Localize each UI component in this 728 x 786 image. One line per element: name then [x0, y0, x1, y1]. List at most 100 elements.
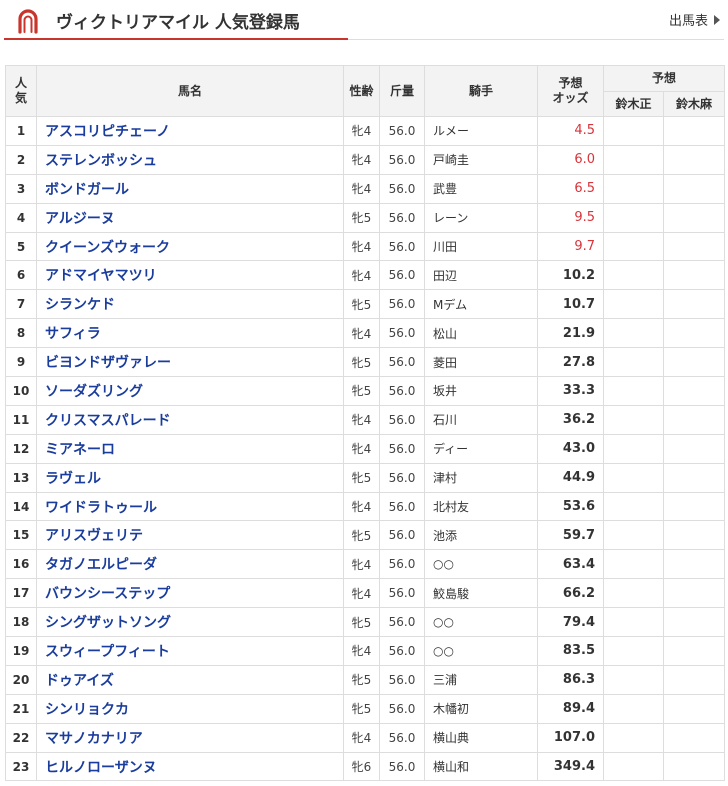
- weight-cell: 56.0: [379, 202, 425, 233]
- rank-cell: 2: [5, 144, 37, 175]
- odds-cell: 86.3: [537, 664, 604, 695]
- prediction-suzuki-asa-cell: [662, 578, 726, 609]
- odds-cell: 6.5: [537, 173, 604, 204]
- horse-name-link[interactable]: ワイドラトゥール: [36, 491, 344, 522]
- table-row: 1 アスコリピチェーノ 牝4 56.0 ルメー 4.5: [5, 116, 726, 146]
- table-row: 11 クリスマスパレード 牝4 56.0 石川 36.2: [5, 404, 726, 435]
- sex-age-cell: 牝5: [343, 376, 380, 406]
- table-row: 20 ドゥアイズ 牝5 56.0 三浦 86.3: [5, 664, 726, 695]
- prediction-suzuki-tadashi-cell: [603, 289, 664, 320]
- weight-cell: 56.0: [379, 549, 425, 580]
- table-row: 10 ソーダズリング 牝5 56.0 坂井 33.3: [5, 376, 726, 406]
- horse-name-link[interactable]: タガノエルピーダ: [36, 549, 344, 580]
- rank-cell: 20: [5, 664, 37, 695]
- rank-cell: 3: [5, 173, 37, 204]
- sex-age-header: 性齢: [343, 65, 380, 117]
- sex-age-cell: 牝4: [343, 549, 380, 580]
- prediction-suzuki-asa-cell: [662, 722, 726, 753]
- horse-name-link[interactable]: マサノカナリア: [36, 722, 344, 753]
- odds-cell: 6.0: [537, 144, 604, 175]
- table-row: 23 ヒルノローザンヌ 牝6 56.0 横山和 349.4: [5, 751, 726, 782]
- horse-name-link[interactable]: ドゥアイズ: [36, 664, 344, 695]
- header-divider: [348, 39, 724, 40]
- horse-name-link[interactable]: シランケド: [36, 289, 344, 320]
- weight-cell: 56.0: [379, 116, 425, 146]
- weight-cell: 56.0: [379, 636, 425, 666]
- sex-age-cell: 牝4: [343, 722, 380, 753]
- sex-age-cell: 牝5: [343, 607, 380, 638]
- odds-cell: 27.8: [537, 347, 604, 378]
- weight-cell: 56.0: [379, 404, 425, 435]
- horse-name-link[interactable]: アドマイヤマツリ: [36, 260, 344, 291]
- jockey-cell: 鮫島駿: [424, 578, 538, 609]
- prediction-suzuki-tadashi-cell: [603, 144, 664, 175]
- rank-cell: 1: [5, 116, 37, 146]
- horse-name-link[interactable]: アリスヴェリテ: [36, 520, 344, 551]
- table-row: 2 ステレンボッシュ 牝4 56.0 戸崎圭 6.0: [5, 144, 726, 175]
- prediction-suzuki-asa-cell: [662, 116, 726, 146]
- page-title: ヴィクトリアマイル 人気登録馬: [56, 13, 300, 33]
- horse-name-link[interactable]: シングザットソング: [36, 607, 344, 638]
- horse-name-link[interactable]: ヒルノローザンヌ: [36, 751, 344, 782]
- horse-name-link[interactable]: ソーダズリング: [36, 376, 344, 406]
- horse-name-link[interactable]: ビヨンドザヴァレー: [36, 347, 344, 378]
- prediction-suzuki-tadashi-cell: [603, 116, 664, 146]
- horse-name-link[interactable]: サフィラ: [36, 318, 344, 349]
- odds-header: 予想 オッズ: [537, 65, 604, 117]
- rank-cell: 7: [5, 289, 37, 320]
- entry-table-link-label[interactable]: 出馬表: [669, 14, 708, 29]
- prediction-suzuki-asa-cell: [662, 462, 726, 493]
- horse-name-link[interactable]: ミアネーロ: [36, 433, 344, 464]
- weight-cell: 56.0: [379, 376, 425, 406]
- odds-cell: 59.7: [537, 520, 604, 551]
- weight-cell: 56.0: [379, 722, 425, 753]
- horse-name-link[interactable]: アスコリピチェーノ: [36, 116, 344, 146]
- prediction-suzuki-asa-cell: [662, 433, 726, 464]
- jockey-cell: 津村: [424, 462, 538, 493]
- prediction-suzuki-tadashi-cell: [603, 318, 664, 349]
- prediction-suzuki-tadashi-cell: [603, 722, 664, 753]
- horse-name-link[interactable]: アルジーヌ: [36, 202, 344, 233]
- sex-age-cell: 牝4: [343, 116, 380, 146]
- table-row: 7 シランケド 牝5 56.0 Mデム 10.7: [5, 289, 726, 320]
- predictor-suzuki-asa-header: 鈴木麻: [662, 91, 726, 117]
- odds-cell: 44.9: [537, 462, 604, 493]
- odds-cell: 9.7: [537, 231, 604, 262]
- prediction-suzuki-tadashi-cell: [603, 347, 664, 378]
- sex-age-cell: 牝4: [343, 318, 380, 349]
- prediction-suzuki-tadashi-cell: [603, 520, 664, 551]
- jockey-cell: Mデム: [424, 289, 538, 320]
- horse-name-link[interactable]: クイーンズウォーク: [36, 231, 344, 262]
- title-underline: [4, 38, 348, 40]
- weight-cell: 56.0: [379, 491, 425, 522]
- horse-name-link[interactable]: ステレンボッシュ: [36, 144, 344, 175]
- sex-age-cell: 牝4: [343, 636, 380, 666]
- horse-name-link[interactable]: ボンドガール: [36, 173, 344, 204]
- prediction-suzuki-tadashi-cell: [603, 260, 664, 291]
- jockey-cell: ルメー: [424, 116, 538, 146]
- rank-cell: 19: [5, 636, 37, 666]
- horse-name-link[interactable]: クリスマスパレード: [36, 404, 344, 435]
- rank-cell: 4: [5, 202, 37, 233]
- odds-cell: 33.3: [537, 376, 604, 406]
- weight-cell: 56.0: [379, 173, 425, 204]
- prediction-suzuki-asa-cell: [662, 376, 726, 406]
- prediction-suzuki-asa-cell: [662, 491, 726, 522]
- jockey-cell: ○○: [424, 549, 538, 580]
- horse-name-link[interactable]: ラヴェル: [36, 462, 344, 493]
- horse-name-link[interactable]: シンリョクカ: [36, 693, 344, 724]
- sex-age-cell: 牝5: [343, 462, 380, 493]
- prediction-suzuki-tadashi-cell: [603, 376, 664, 406]
- horse-name-link[interactable]: スウィープフィート: [36, 636, 344, 666]
- prediction-suzuki-asa-cell: [662, 607, 726, 638]
- horse-name-link[interactable]: バウンシーステップ: [36, 578, 344, 609]
- jockey-cell: 木幡初: [424, 693, 538, 724]
- weight-cell: 56.0: [379, 318, 425, 349]
- predictor-suzuki-tadashi-header: 鈴木正: [603, 91, 664, 117]
- rank-cell: 18: [5, 607, 37, 638]
- table-row: 12 ミアネーロ 牝4 56.0 ディー 43.0: [5, 433, 726, 464]
- prediction-suzuki-asa-cell: [662, 664, 726, 695]
- sex-age-cell: 牝6: [343, 751, 380, 782]
- prediction-suzuki-asa-cell: [662, 636, 726, 666]
- entry-table-link[interactable]: 出馬表: [669, 10, 720, 29]
